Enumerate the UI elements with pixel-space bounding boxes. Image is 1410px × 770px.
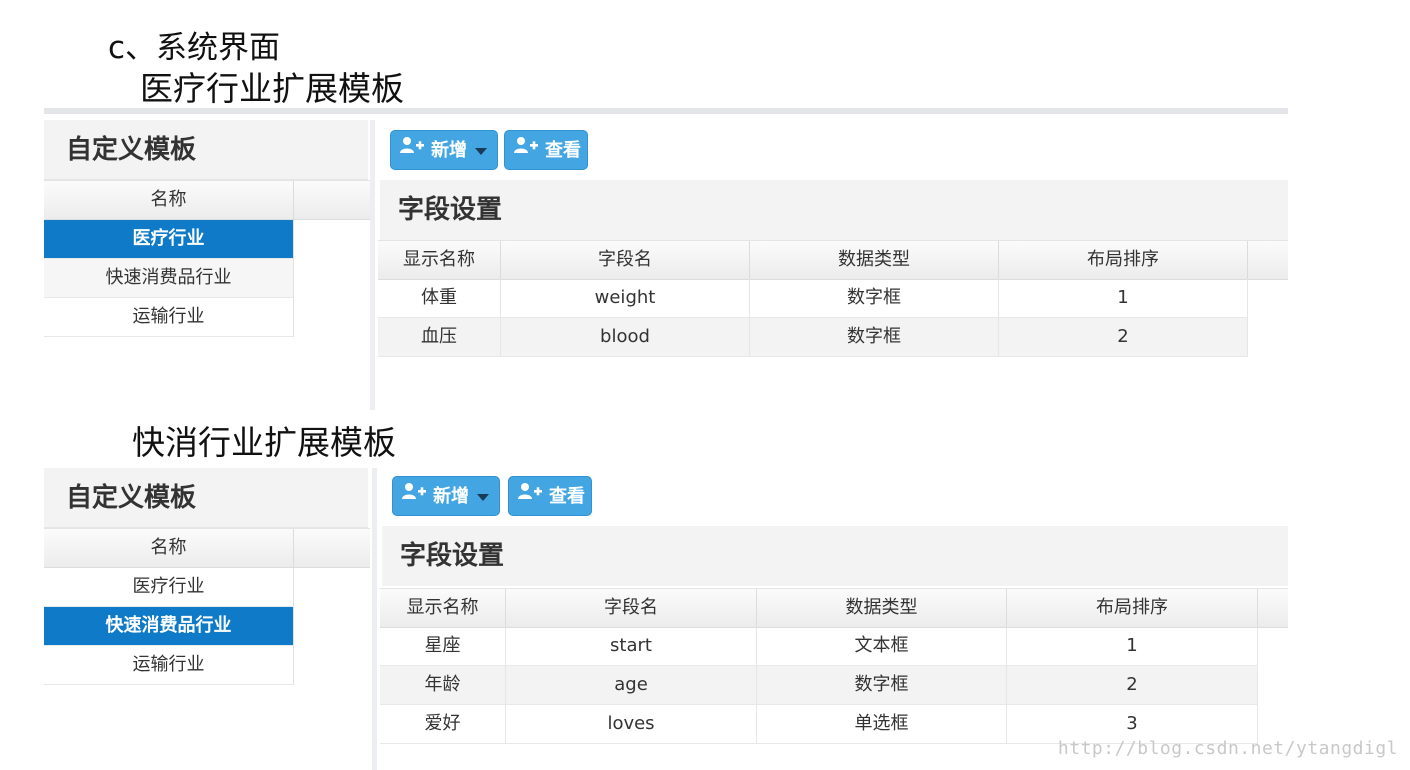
- sidebar: 自定义模板 名称 医疗行业 快速消费品行业 运输行业: [44, 120, 370, 410]
- table-header: 显示名称 字段名 数据类型 布局排序: [378, 240, 1288, 280]
- view-button[interactable]: 查看: [504, 130, 588, 170]
- sidebar-column-header: 名称: [44, 180, 370, 220]
- cell-data-type: 数字框: [750, 279, 999, 317]
- table-row[interactable]: 体重 weight 数字框 1: [378, 279, 1248, 318]
- cell-data-type: 数字框: [750, 318, 999, 356]
- cell-data-type: 数字框: [757, 666, 1007, 704]
- cell-display-name: 血压: [378, 318, 501, 356]
- view-button[interactable]: 查看: [508, 476, 592, 516]
- panel-top-border: [44, 108, 1288, 114]
- col-field-name[interactable]: 字段名: [506, 589, 757, 627]
- table-header: 显示名称 字段名 数据类型 布局排序: [380, 588, 1288, 628]
- sidebar-title: 自定义模板: [44, 468, 368, 528]
- watermark: http://blog.csdn.net/ytangdigl: [1057, 738, 1398, 759]
- add-button-label: 新增: [431, 140, 467, 161]
- cell-sort-order: 1: [1007, 627, 1258, 665]
- column-name[interactable]: 名称: [44, 529, 294, 567]
- chevron-down-icon: [475, 148, 487, 155]
- cell-field-name: loves: [506, 705, 757, 743]
- add-button-label: 新增: [433, 486, 469, 507]
- col-data-type[interactable]: 数据类型: [750, 241, 999, 279]
- sidebar-item-transport[interactable]: 运输行业: [44, 646, 294, 685]
- sidebar-column-header: 名称: [44, 528, 370, 568]
- sidebar-item-medical[interactable]: 医疗行业: [44, 220, 294, 259]
- add-button[interactable]: 新增: [392, 476, 500, 516]
- panel-title: 字段设置: [382, 526, 1288, 586]
- panel-title: 字段设置: [380, 180, 1288, 240]
- cell-field-name: age: [506, 666, 757, 704]
- cell-sort-order: 2: [999, 318, 1248, 356]
- col-display-name[interactable]: 显示名称: [380, 589, 506, 627]
- sidebar-item-fmcg[interactable]: 快速消费品行业: [44, 607, 294, 646]
- cell-display-name: 爱好: [380, 705, 506, 743]
- section-title: 快消行业扩展模板: [132, 423, 396, 462]
- cell-sort-order: 2: [1007, 666, 1258, 704]
- table-row[interactable]: 年龄 age 数字框 2: [380, 666, 1258, 705]
- cell-data-type: 单选框: [757, 705, 1007, 743]
- app-panel: 自定义模板 名称 医疗行业 快速消费品行业 运输行业 新增 查看 字段设置 显示…: [44, 108, 1288, 410]
- cell-field-name: start: [506, 627, 757, 665]
- cell-display-name: 星座: [380, 627, 506, 665]
- sidebar-item-fmcg[interactable]: 快速消费品行业: [44, 259, 294, 298]
- col-sort-order[interactable]: 布局排序: [999, 241, 1248, 279]
- doc-heading: c、系统界面: [108, 30, 281, 66]
- panel-divider: [372, 468, 377, 770]
- cell-field-name: weight: [501, 279, 750, 317]
- section-title: 医疗行业扩展模板: [140, 69, 404, 108]
- add-user-icon: [513, 129, 539, 169]
- chevron-down-icon: [477, 494, 489, 501]
- app-panel: 自定义模板 名称 医疗行业 快速消费品行业 运输行业 新增 查看 字段设置 显示…: [44, 466, 1288, 770]
- column-name[interactable]: 名称: [44, 181, 294, 219]
- cell-data-type: 文本框: [757, 627, 1007, 665]
- col-field-name[interactable]: 字段名: [501, 241, 750, 279]
- sidebar-title: 自定义模板: [44, 120, 368, 180]
- view-button-label: 查看: [549, 486, 585, 507]
- col-sort-order[interactable]: 布局排序: [1007, 589, 1258, 627]
- add-user-icon: [401, 475, 427, 515]
- cell-display-name: 年龄: [380, 666, 506, 704]
- sidebar-item-medical[interactable]: 医疗行业: [44, 568, 294, 607]
- panel-divider: [370, 120, 375, 410]
- col-display-name[interactable]: 显示名称: [378, 241, 501, 279]
- cell-sort-order: 1: [999, 279, 1248, 317]
- add-user-icon: [517, 475, 543, 515]
- sidebar: 自定义模板 名称 医疗行业 快速消费品行业 运输行业: [44, 468, 370, 758]
- sidebar-item-transport[interactable]: 运输行业: [44, 298, 294, 337]
- col-data-type[interactable]: 数据类型: [757, 589, 1007, 627]
- view-button-label: 查看: [545, 140, 581, 161]
- add-button[interactable]: 新增: [390, 130, 498, 170]
- cell-display-name: 体重: [378, 279, 501, 317]
- cell-field-name: blood: [501, 318, 750, 356]
- add-user-icon: [399, 129, 425, 169]
- table-row[interactable]: 血压 blood 数字框 2: [378, 318, 1248, 357]
- table-row[interactable]: 星座 start 文本框 1: [380, 627, 1258, 666]
